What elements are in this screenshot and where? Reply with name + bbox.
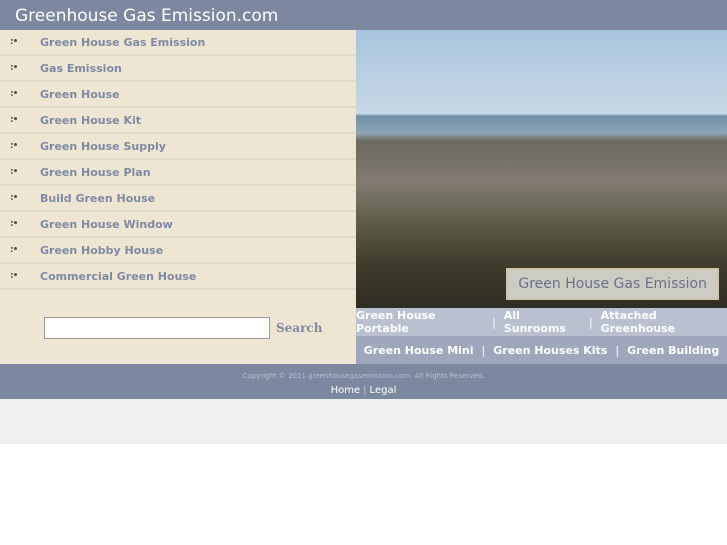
sidebar-item[interactable]: :• Commercial Green House: [0, 264, 356, 290]
sidebar-item[interactable]: :• Green House Supply: [0, 134, 356, 160]
sidebar-item-label: Green House Gas Emission: [40, 35, 206, 49]
sidebar-item-label: Build Green House: [40, 191, 156, 205]
bullet-icon: :•: [10, 271, 18, 281]
sidebar-item-label: Green House Kit: [40, 113, 142, 127]
link-bar-1: Green House Portable | All Sunrooms | Attach…: [356, 308, 727, 336]
copyright: Copyright © 2011 greenhousegasemission.c…: [242, 372, 485, 380]
bullet-icon: :•: [10, 141, 18, 151]
sidebar-item-label: Gas Emission: [40, 61, 122, 75]
nav-link[interactable]: Green Building: [627, 344, 719, 357]
sidebar: :• Green House Gas Emission :• Gas Emission…: [0, 30, 356, 364]
sidebar-item[interactable]: :• Green House: [0, 82, 356, 108]
separator: |: [481, 343, 486, 357]
bullet-icon: :•: [10, 193, 18, 203]
footer: Copyright © 2011 greenhousegasemission.c…: [0, 364, 727, 399]
search-form: Search: [44, 317, 322, 339]
sidebar-item-label: Green House: [40, 87, 120, 101]
nav-link[interactable]: Green House Mini: [364, 344, 474, 357]
sidebar-item[interactable]: :• Green Hobby House: [0, 238, 356, 264]
separator: |: [615, 343, 620, 357]
bullet-icon: :•: [10, 63, 18, 73]
bullet-icon: :•: [10, 89, 18, 99]
link-bar-2: Green House Mini | Green Houses Kits | Green…: [356, 336, 727, 364]
sidebar-item-label: Commercial Green House: [40, 269, 197, 283]
sidebar-item-label: Green Hobby House: [40, 243, 164, 257]
nav-link[interactable]: Green Houses Kits: [493, 344, 607, 357]
sidebar-item-label: Green House Plan: [40, 165, 151, 179]
sidebar-item[interactable]: :• Green House Plan: [0, 160, 356, 186]
search-button[interactable]: Search: [276, 321, 322, 335]
search-input[interactable]: [44, 317, 270, 339]
sidebar-item-label: Green House Supply: [40, 139, 166, 153]
bullet-icon: :•: [10, 245, 18, 255]
separator: |: [492, 315, 496, 329]
sidebar-item[interactable]: :• Gas Emission: [0, 56, 356, 82]
sidebar-item[interactable]: :• Green House Kit: [0, 108, 356, 134]
bullet-icon: :•: [10, 167, 18, 177]
sidebar-item-label: Green House Window: [40, 217, 173, 231]
footer-legal-link[interactable]: Legal: [370, 385, 397, 396]
footer-strip: [0, 399, 727, 444]
site-header: Greenhouse Gas Emission.com: [0, 0, 727, 30]
sidebar-item[interactable]: :• Green House Gas Emission: [0, 30, 356, 56]
sidebar-item[interactable]: :• Build Green House: [0, 186, 356, 212]
separator: |: [588, 315, 593, 329]
separator: |: [363, 385, 367, 396]
nav-link[interactable]: Green House Portable: [356, 309, 484, 335]
nav-link[interactable]: All Sunrooms: [504, 309, 581, 335]
bullet-icon: :•: [10, 37, 18, 47]
nav-link[interactable]: Attached Greenhouse: [601, 309, 727, 335]
sidebar-item[interactable]: :• Green House Window: [0, 212, 356, 238]
footer-home-link[interactable]: Home: [331, 385, 361, 396]
bullet-icon: :•: [10, 115, 18, 125]
bullet-icon: :•: [10, 219, 18, 229]
photo-caption: Green House Gas Emission: [506, 268, 719, 300]
hero-photo: Green House Gas Emission: [356, 30, 727, 308]
site-title[interactable]: Greenhouse Gas Emission.com: [15, 6, 278, 26]
